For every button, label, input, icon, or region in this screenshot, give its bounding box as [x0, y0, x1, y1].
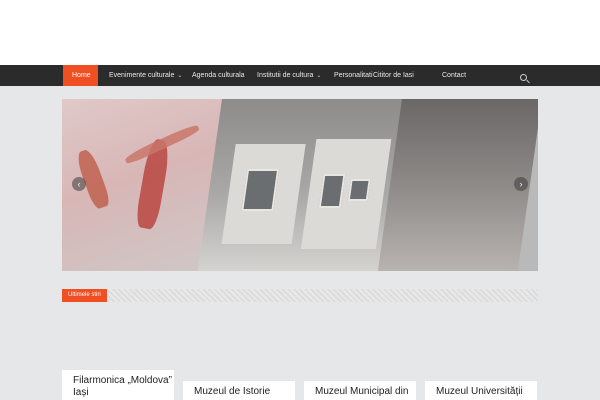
card-title[interactable]: Muzeul de Istorie	[194, 386, 270, 397]
site-header	[0, 0, 600, 65]
card-title[interactable]: Muzeul Universității	[436, 386, 523, 397]
chevron-left-icon[interactable]: ‹	[72, 177, 86, 191]
news-ticker: Ultimele stiri	[62, 289, 538, 302]
search-icon[interactable]	[520, 74, 527, 81]
card-muzeul-universitatii[interactable]: Muzeul Universității	[425, 381, 537, 400]
card-title[interactable]: Filarmonica „Moldova” Iași	[73, 375, 172, 398]
nav-home[interactable]: Home	[63, 65, 98, 86]
nav-home-label: Home	[72, 72, 91, 79]
card-filarmonica[interactable]: Filarmonica „Moldova” Iași	[62, 370, 174, 400]
nav-evenimente-label: Evenimente culturale	[109, 72, 175, 79]
nav-agenda-label: Agenda culturala	[192, 72, 245, 79]
chevron-down-icon: ⌄	[316, 73, 322, 79]
card-muzeul-municipal[interactable]: Muzeul Municipal din	[304, 381, 416, 400]
slide-gallery-image	[197, 99, 407, 271]
card-muzeul-de-istorie[interactable]: Muzeul de Istorie	[183, 381, 295, 400]
nav-cititor-label: Cititor de Iasi	[373, 72, 414, 79]
chevron-down-icon: ⌄	[177, 73, 183, 79]
ticker-label: Ultimele stiri	[62, 289, 107, 302]
nav-agenda-culturala[interactable]: Agenda culturala	[183, 65, 254, 86]
card-title[interactable]: Muzeul Municipal din	[315, 386, 408, 397]
nav-cititor-de-iasi[interactable]: Cititor de Iasi	[364, 65, 423, 86]
main-navigation: Home Evenimente culturale ⌄ Agenda cultur…	[0, 65, 600, 86]
nav-institutii-label: Institutii de cultura	[257, 72, 314, 79]
nav-evenimente-culturale[interactable]: Evenimente culturale ⌄	[100, 65, 191, 86]
nav-contact-label: Contact	[442, 72, 467, 79]
nav-contact[interactable]: Contact	[433, 65, 475, 86]
hero-slider[interactable]	[62, 99, 538, 271]
chevron-right-icon[interactable]: ›	[514, 177, 528, 191]
nav-institutii-de-cultura[interactable]: Institutii de cultura ⌄	[248, 65, 330, 86]
